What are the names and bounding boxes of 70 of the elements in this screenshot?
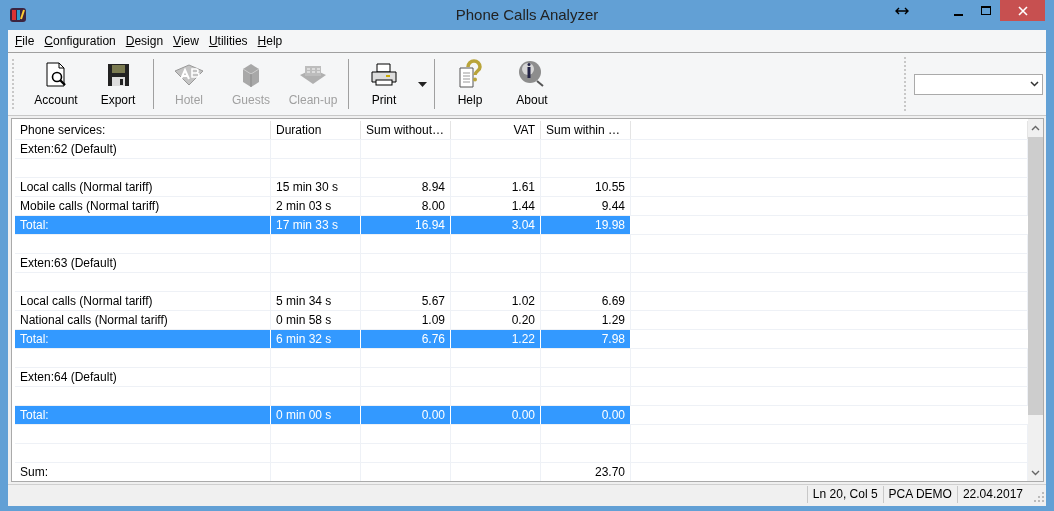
column-header[interactable]: Sum without… [361, 121, 451, 139]
row-label: Total: [15, 330, 271, 348]
row-label: Total: [15, 406, 271, 424]
table-cell: 15 min 30 s [271, 178, 361, 196]
row-label: Exten:64 (Default) [15, 368, 271, 386]
table-cell: 0 min 58 s [271, 311, 361, 329]
table-cell: 1.44 [451, 197, 541, 215]
table-cell: 1.09 [361, 311, 451, 329]
table-cell: 0.00 [361, 406, 451, 424]
toolbar-button[interactable]: Export [87, 55, 149, 113]
table-cell: 16.94 [361, 216, 451, 234]
status-text: Ln 20, Col 5 [806, 486, 883, 503]
table-cell: 10.55 [541, 178, 631, 196]
menu-item[interactable]: Help [252, 34, 288, 48]
table-cell: 0.00 [541, 406, 631, 424]
column-header[interactable]: Phone services: [15, 121, 271, 139]
menu-item[interactable]: Design [120, 34, 169, 48]
column-header[interactable]: Sum within … [541, 121, 631, 139]
row-label: Mobile calls (Normal tariff) [15, 197, 271, 215]
status-text: PCA DEMO [882, 486, 957, 503]
menu-item[interactable]: Utilities [203, 34, 253, 48]
maximize-icon [980, 5, 992, 16]
table-cell: 6.76 [361, 330, 451, 348]
column-header[interactable]: Duration [271, 121, 361, 139]
table-cell: 6 min 32 s [271, 330, 361, 348]
resize-grip-icon[interactable] [1034, 492, 1044, 502]
toolbar-button[interactable]: Print [353, 55, 415, 113]
table-cell: 5 min 34 s [271, 292, 361, 310]
table-cell: 3.04 [451, 216, 541, 234]
table-cell: 2 min 03 s [271, 197, 361, 215]
toolbar-button[interactable]: Account [25, 55, 87, 113]
printer-icon [369, 61, 399, 89]
menu-item[interactable]: Configuration [39, 34, 121, 48]
table-cell: 0.20 [451, 311, 541, 329]
help-document-icon [456, 59, 484, 89]
row-label: Exten:63 (Default) [15, 254, 271, 272]
status-text: 22.04.2017 [956, 486, 1028, 503]
chevron-down-icon [1030, 81, 1039, 87]
scrollbar-thumb[interactable] [1028, 137, 1043, 415]
table-cell: 8.00 [361, 197, 451, 215]
table-cell: 17 min 33 s [271, 216, 361, 234]
app-logo-icon [9, 6, 27, 24]
table-cell: 0.00 [451, 406, 541, 424]
window-title: Phone Calls Analyzer [455, 6, 599, 23]
dropdown-arrow-icon[interactable] [418, 81, 427, 87]
table-cell: 19.98 [541, 216, 631, 234]
table-cell: 23.70 [541, 463, 631, 481]
row-label: Exten:62 (Default) [15, 140, 271, 158]
minimize-icon [953, 13, 963, 16]
table-cell: 1.61 [451, 178, 541, 196]
close-icon [1017, 5, 1028, 16]
table-cell: 1.02 [451, 292, 541, 310]
table-cell: 0 min 00 s [271, 406, 361, 424]
table-cell: 6.69 [541, 292, 631, 310]
row-label: Sum: [15, 463, 271, 481]
toolbar-button[interactable]: About [501, 55, 563, 113]
table-cell: 5.67 [361, 292, 451, 310]
menu-item[interactable]: File [10, 34, 40, 48]
row-label: National calls (Normal tariff) [15, 311, 271, 329]
table-cell: 7.98 [541, 330, 631, 348]
toolbar-button[interactable]: Help [439, 55, 501, 113]
table-cell: 9.44 [541, 197, 631, 215]
column-header[interactable]: VAT [451, 121, 541, 139]
row-label: Total: [15, 216, 271, 234]
menu-item[interactable]: View [168, 34, 204, 48]
table-cell: 1.29 [541, 311, 631, 329]
row-label: Local calls (Normal tariff) [15, 292, 271, 310]
row-label: Local calls (Normal tariff) [15, 178, 271, 196]
table-cell: 1.22 [451, 330, 541, 348]
table-cell: 8.94 [361, 178, 451, 196]
